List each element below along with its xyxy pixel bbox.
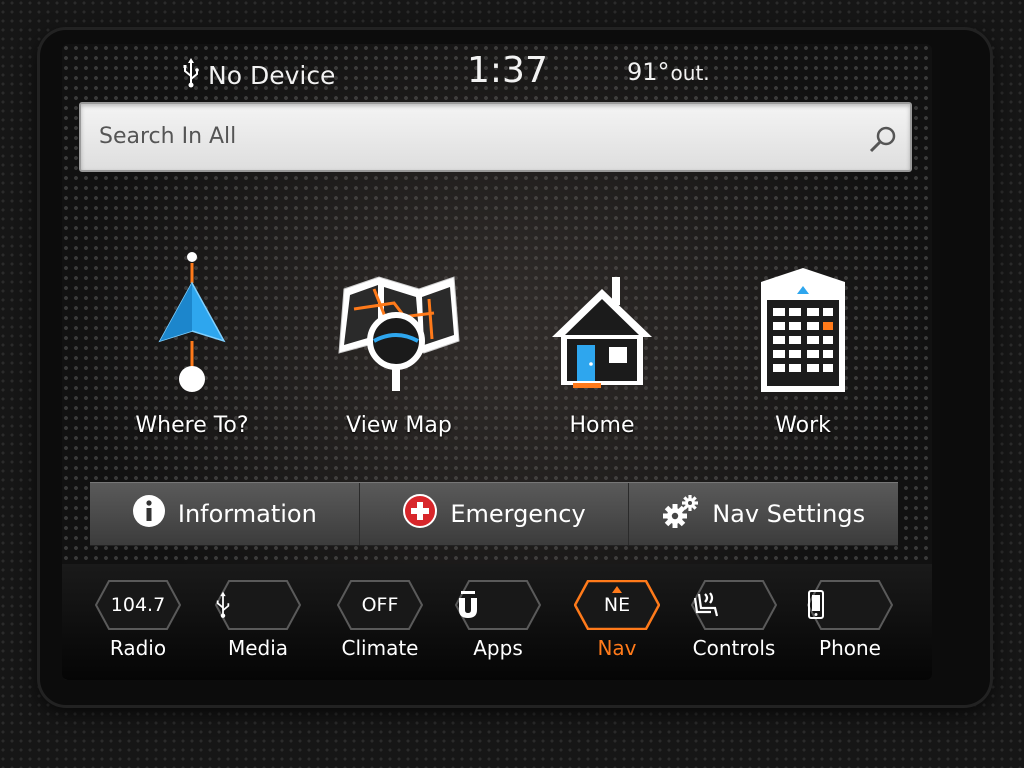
gear-icon — [662, 493, 700, 535]
clock[interactable]: 1:37 — [467, 50, 548, 91]
info-icon — [132, 494, 166, 534]
search-bar[interactable] — [79, 102, 912, 172]
information-button[interactable]: Information — [90, 483, 360, 545]
emergency-label: Emergency — [450, 500, 586, 528]
tile-label: View Map — [346, 413, 452, 438]
dock-label: Apps — [473, 636, 523, 660]
dock-label: Radio — [109, 636, 167, 660]
compass-heading: NE — [603, 594, 631, 616]
tile-home[interactable]: Home — [517, 249, 687, 449]
dock-nav[interactable]: NE Nav — [567, 580, 667, 676]
dock-label: Phone — [819, 636, 881, 660]
usb-status-label: No Device — [208, 60, 336, 90]
office-building-icon — [718, 249, 888, 399]
nav-settings-label: Nav Settings — [712, 500, 866, 528]
outside-temperature: 91° out. — [627, 58, 710, 86]
temperature-suffix: out. — [670, 61, 710, 85]
usb-status[interactable]: No Device — [182, 58, 335, 92]
dock-apps[interactable]: Apps — [448, 580, 548, 676]
dock-phone[interactable]: Phone — [800, 580, 900, 676]
map-magnifier-icon — [314, 249, 484, 399]
bottom-dock: 104.7 Radio Media OFF Climate Apps NE Na… — [62, 564, 932, 680]
infotainment-screen: No Device 1:37 91° out. Search In All Wh… — [62, 44, 932, 680]
tile-label: Home — [569, 413, 635, 438]
climate-status: OFF — [361, 594, 399, 616]
tile-work[interactable]: Work — [718, 249, 888, 449]
nav-settings-button[interactable]: Nav Settings — [629, 483, 898, 545]
dock-label: Controls — [692, 636, 776, 660]
dock-controls[interactable]: Controls — [684, 580, 784, 676]
emergency-button[interactable]: Emergency — [360, 483, 630, 545]
tile-view-map[interactable]: View Map — [314, 249, 484, 449]
dock-climate[interactable]: OFF Climate — [330, 580, 430, 676]
information-label: Information — [177, 500, 317, 528]
dock-radio[interactable]: 104.7 Radio — [88, 580, 188, 676]
dock-media[interactable]: Media — [208, 580, 308, 676]
radio-frequency: 104.7 — [110, 594, 166, 616]
action-row: Information Emergency Nav Settings — [90, 482, 898, 546]
usb-icon — [182, 58, 200, 92]
dock-label: Media — [227, 636, 289, 660]
emergency-cross-icon — [402, 493, 438, 535]
house-icon — [517, 249, 687, 399]
search-icon[interactable] — [868, 124, 898, 158]
status-bar: No Device 1:37 91° out. — [62, 44, 932, 100]
temperature-value: 91° — [627, 58, 670, 86]
dock-label: Climate — [341, 636, 419, 660]
tile-label: Where To? — [135, 413, 249, 438]
tile-where-to[interactable]: Where To? — [107, 249, 277, 449]
navigation-arrow-icon — [107, 249, 277, 399]
dock-label: Nav — [597, 636, 637, 660]
tile-label: Work — [775, 413, 831, 438]
search-input[interactable] — [99, 116, 839, 156]
